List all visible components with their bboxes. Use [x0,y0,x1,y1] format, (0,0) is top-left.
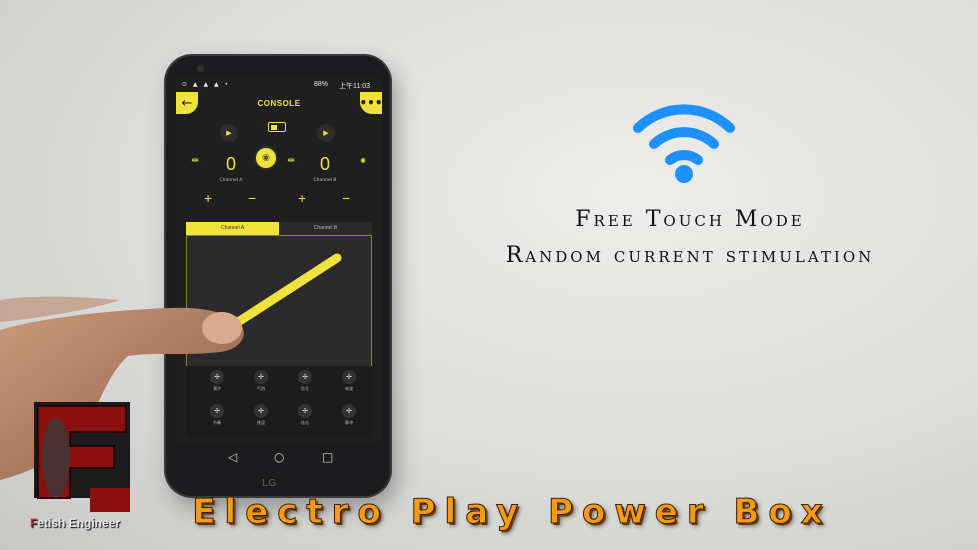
caption-mode: Free Touch Mode [575,207,805,232]
hand [0,296,244,480]
wifi-icon [633,104,735,183]
scene: ⊙ ▲ ▲ ▲ • 88% 上午11:03 ← CONSOLE ••• ▶ ▶ … [0,0,978,550]
video-title: Electro Play Power Box [192,492,832,533]
brand-text: Fetish Engineer [30,516,121,530]
caption-description: Random current stimulation [505,243,875,268]
fetish-engineer-logo [34,402,130,512]
